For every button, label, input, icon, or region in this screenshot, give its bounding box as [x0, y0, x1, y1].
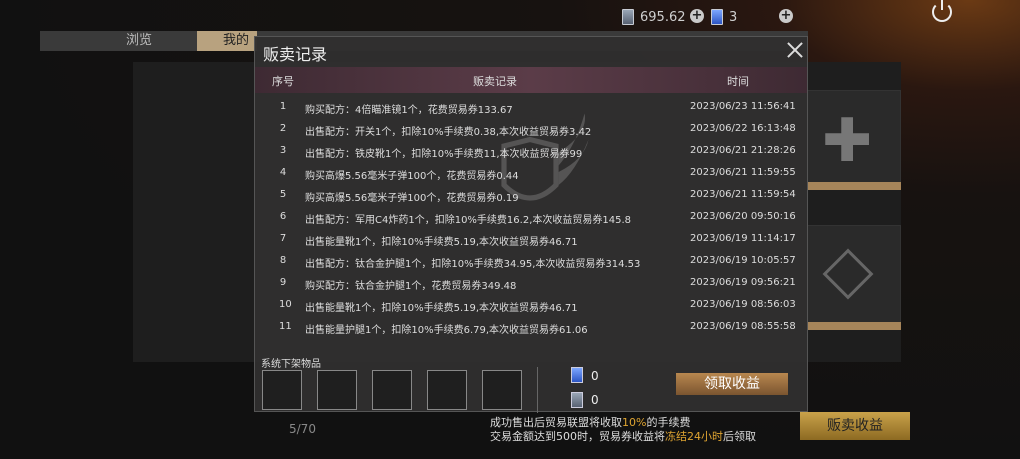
inventory-count: 5/70 [289, 422, 316, 436]
record-list[interactable]: 1 购买配方：4倍瞄准镜1个，花费贸易券133.67 2023/06/23 11:5… [255, 97, 807, 349]
freeze-notice: 交易金额达到500时，贸易券收益将冻结24小时后领取 [490, 428, 756, 444]
row-index: 6 [279, 211, 287, 222]
row-record: 购买配方：钛合金护腿1个，花费贸易券349.48 [305, 281, 517, 292]
delisted-item-slot[interactable] [262, 370, 302, 410]
row-time: 2023/06/23 11:56:41 [690, 101, 796, 112]
table-row: 10 出售能量靴1个，扣除10%手续费5.19,本次收益贸易券46.71 2023/… [255, 295, 807, 317]
row-record: 出售配方：铁皮靴1个，扣除10%手续费11,本次收益贸易券99 [305, 149, 583, 160]
row-index: 3 [279, 145, 287, 156]
delisted-item-slot[interactable] [317, 370, 357, 410]
slot-bar [807, 182, 901, 190]
table-row: 9 购买配方：钛合金护腿1个，花费贸易券349.48 2023/06/19 09:5… [255, 273, 807, 295]
locked-slot-box [807, 225, 901, 325]
table-row: 1 购买配方：4倍瞄准镜1个，花费贸易券133.67 2023/06/23 11:5… [255, 97, 807, 119]
premium-ticket-balance: 3 [711, 9, 737, 25]
tab-browse[interactable]: 浏览 [126, 31, 166, 51]
premium-ticket-icon [711, 9, 723, 25]
trade-ticket-icon [622, 9, 634, 25]
add-premium-ticket-button[interactable]: + [779, 9, 793, 23]
trade-ticket-amount: 0 [591, 393, 599, 407]
row-index: 1 [279, 101, 287, 112]
row-index: 10 [279, 299, 292, 310]
row-time: 2023/06/21 11:59:55 [690, 167, 796, 178]
table-row: 5 购买高爆5.56毫米子弹100个，花费贸易券0.19 2023/06/21 11… [255, 185, 807, 207]
trade-ticket-value: 695.62 [640, 9, 686, 25]
lock-icon [822, 248, 874, 300]
row-time: 2023/06/19 10:05:57 [690, 255, 796, 266]
slot-bar-2 [807, 322, 901, 330]
row-record: 购买高爆5.56毫米子弹100个，花费贸易券0.44 [305, 171, 519, 182]
row-time: 2023/06/19 08:56:03 [690, 299, 796, 310]
freeze-notice-text-2: 后领取 [723, 430, 756, 443]
add-trade-ticket-button[interactable]: + [690, 9, 704, 23]
table-row: 6 出售配方：军用C4炸药1个，扣除10%手续费16.2,本次收益贸易券145.8… [255, 207, 807, 229]
sales-record-dialog: 贩卖记录 序号 贩卖记录 时间 1 购买配方：4倍瞄准镜1个，花费贸易券133.6… [254, 36, 808, 413]
row-index: 7 [279, 233, 287, 244]
row-time: 2023/06/19 09:56:21 [690, 277, 796, 288]
row-record: 购买配方：4倍瞄准镜1个，花费贸易券133.67 [305, 105, 513, 116]
power-icon[interactable] [932, 0, 952, 22]
delisted-item-slot[interactable] [372, 370, 412, 410]
sell-revenue-button[interactable]: 贩卖收益 [800, 412, 910, 440]
row-record: 出售能量护腿1个，扣除10%手续费6.79,本次收益贸易券61.06 [305, 325, 588, 336]
claim-revenue-button[interactable]: 领取收益 [676, 373, 788, 395]
close-icon[interactable] [787, 42, 803, 58]
row-record: 出售配方：钛合金护腿1个，扣除10%手续费34.95,本次收益贸易券314.53 [305, 259, 641, 270]
plus-icon: ✚ [822, 106, 873, 176]
table-row: 4 购买高爆5.56毫米子弹100个，花费贸易券0.44 2023/06/21 11… [255, 163, 807, 185]
row-record: 出售配方：军用C4炸药1个，扣除10%手续费16.2,本次收益贸易券145.8 [305, 215, 632, 226]
trade-ticket-balance: 695.62 [622, 9, 686, 25]
freeze-notice-text: 交易金额达到500时，贸易券收益将 [490, 430, 665, 443]
row-record: 出售能量靴1个，扣除10%手续费5.19,本次收益贸易券46.71 [305, 303, 578, 314]
row-index: 9 [279, 277, 287, 288]
row-time: 2023/06/21 11:59:54 [690, 189, 796, 200]
freeze-duration: 冻结24小时 [665, 430, 723, 443]
top-bar: 695.62 + 3 + [0, 0, 1020, 32]
dialog-title: 贩卖记录 [263, 45, 328, 64]
table-row: 2 出售配方：开关1个，扣除10%手续费0.38,本次收益贸易券3.42 2023/… [255, 119, 807, 141]
row-time: 2023/06/19 11:14:17 [690, 233, 796, 244]
row-index: 4 [279, 167, 287, 178]
table-row: 11 出售能量护腿1个，扣除10%手续费6.79,本次收益贸易券61.06 2023… [255, 317, 807, 339]
premium-ticket-value: 3 [729, 9, 738, 25]
premium-ticket-icon [571, 367, 583, 383]
row-time: 2023/06/19 08:55:58 [690, 321, 796, 332]
table-header: 序号 贩卖记录 时间 [255, 67, 807, 93]
row-record: 出售能量靴1个，扣除10%手续费5.19,本次收益贸易券46.71 [305, 237, 578, 248]
row-time: 2023/06/22 16:13:48 [690, 123, 796, 134]
row-index: 8 [279, 255, 287, 266]
trade-ticket-icon [571, 392, 583, 408]
row-time: 2023/06/21 21:28:26 [690, 145, 796, 156]
column-time: 时间 [727, 75, 749, 88]
add-slot-box[interactable]: ✚ [807, 90, 901, 190]
table-row: 8 出售配方：钛合金护腿1个，扣除10%手续费34.95,本次收益贸易券314.5… [255, 251, 807, 273]
row-index: 5 [279, 189, 287, 200]
table-row: 7 出售能量靴1个，扣除10%手续费5.19,本次收益贸易券46.71 2023/0… [255, 229, 807, 251]
row-index: 2 [279, 123, 287, 134]
column-index: 序号 [272, 75, 294, 88]
delisted-item-slot[interactable] [482, 370, 522, 410]
column-record: 贩卖记录 [473, 75, 517, 88]
row-record: 购买高爆5.56毫米子弹100个，花费贸易券0.19 [305, 193, 519, 204]
shelf-label: 系统下架物品 [261, 359, 321, 370]
row-record: 出售配方：开关1个，扣除10%手续费0.38,本次收益贸易券3.42 [305, 127, 592, 138]
premium-ticket-amount: 0 [591, 369, 599, 383]
divider [537, 367, 538, 413]
table-row: 3 出售配方：铁皮靴1个，扣除10%手续费11,本次收益贸易券99 2023/06/… [255, 141, 807, 163]
row-time: 2023/06/20 09:50:16 [690, 211, 796, 222]
tab-mine[interactable]: 我的 [197, 31, 257, 51]
delisted-item-slot[interactable] [427, 370, 467, 410]
row-index: 11 [279, 321, 292, 332]
